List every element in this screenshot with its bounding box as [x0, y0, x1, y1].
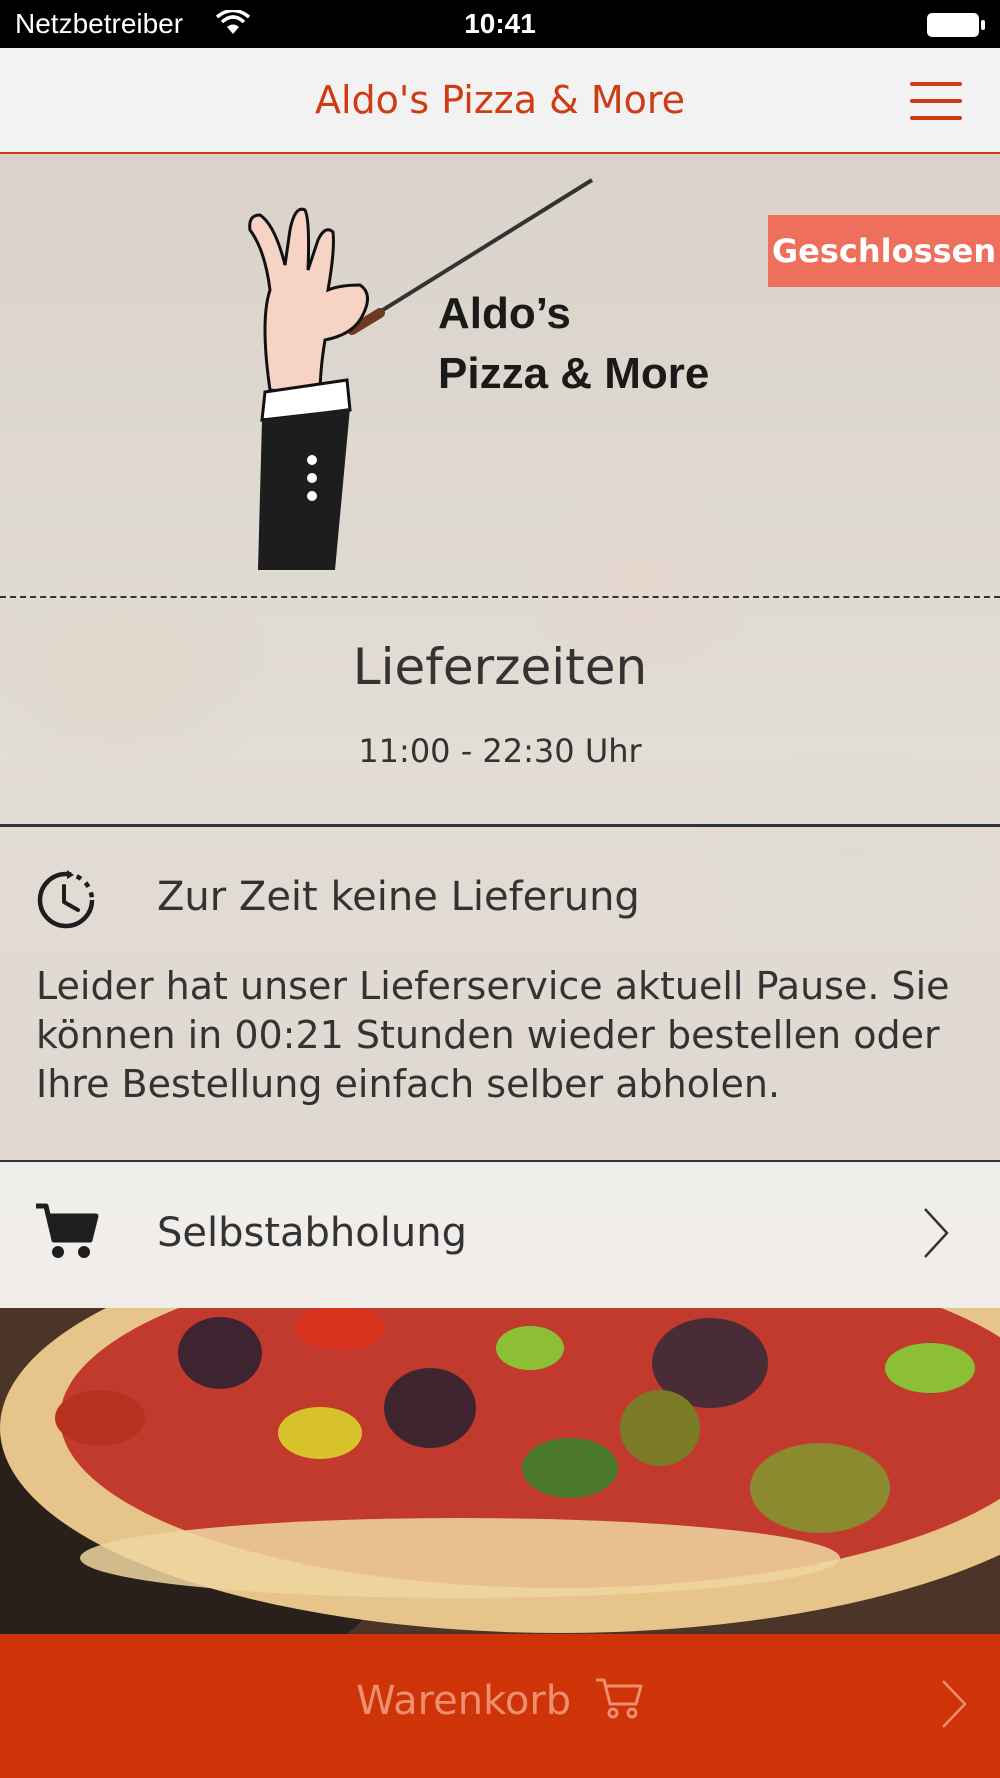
- cart-icon: [36, 1203, 99, 1258]
- battery-icon: [927, 13, 985, 37]
- delivery-notice-text: Leider hat unser Lieferservice aktuell P…: [36, 964, 950, 1106]
- restaurant-logo: Aldo’s Pizza & More: [248, 178, 709, 570]
- status-badge: Geschlossen: [768, 215, 1000, 287]
- divider: [0, 596, 1000, 598]
- delivery-times-title: Lieferzeiten: [352, 638, 648, 696]
- delivery-notice-title: Zur Zeit keine Lieferung: [157, 874, 640, 920]
- pizza-photo: [0, 1308, 1000, 1634]
- hamburger-menu-icon[interactable]: [910, 82, 962, 122]
- status-bar: Netzbetreiber 10:41: [0, 0, 1000, 48]
- cart-bar-label: Warenkorb: [356, 1678, 572, 1724]
- logo-line1: Aldo’s: [438, 289, 571, 338]
- chevron-right-icon: [924, 1208, 949, 1258]
- cart-bar-button[interactable]: Warenkorb: [0, 1634, 1000, 1778]
- clock-icon: [37, 870, 95, 929]
- navigation-bar: Aldo's Pizza & More: [0, 48, 1000, 154]
- pickup-button[interactable]: Selbstabholung: [0, 1162, 1000, 1308]
- clock-time: 10:41: [464, 8, 536, 39]
- logo-line2: Pizza & More: [438, 349, 709, 398]
- page-title: Aldo's Pizza & More: [314, 78, 686, 122]
- divider: [0, 824, 1000, 827]
- chevron-right-icon: [942, 1680, 967, 1728]
- cart-icon: [595, 1678, 643, 1719]
- delivery-times-hours: 11:00 - 22:30 Uhr: [358, 732, 642, 770]
- pickup-label: Selbstabholung: [157, 1210, 467, 1256]
